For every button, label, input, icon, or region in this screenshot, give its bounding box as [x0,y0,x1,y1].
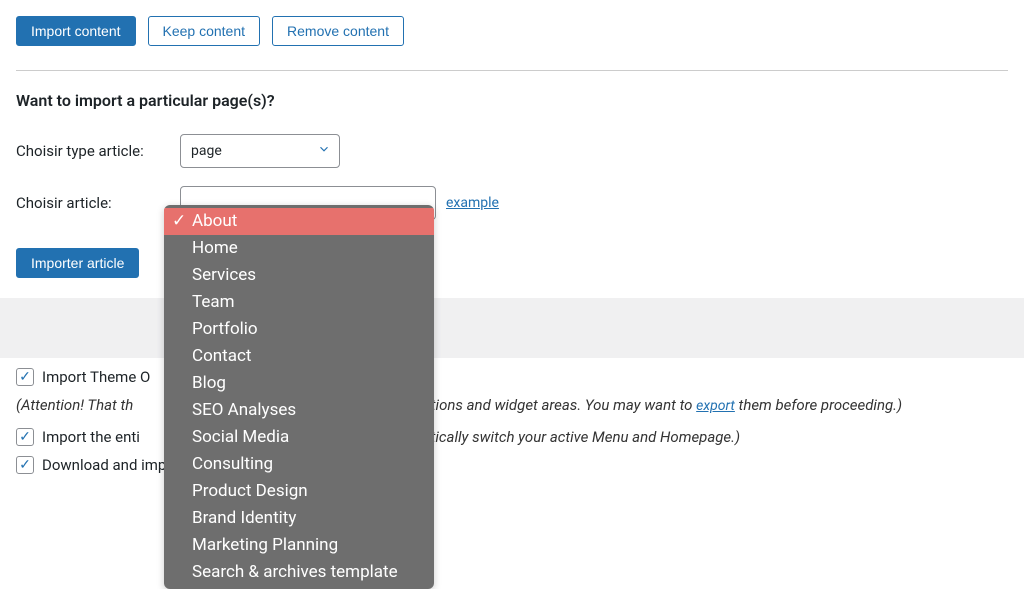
dropdown-item[interactable]: Home [164,235,434,262]
article-dropdown-list[interactable]: ✓ About Home Services Team Portfolio Contact Bl… [164,205,434,589]
keep-content-button[interactable]: Keep content [148,16,261,46]
type-article-value: page [191,143,222,159]
dropdown-item-label: SEO Analyses [192,399,296,422]
dropdown-item-label: About [192,210,237,233]
dropdown-item[interactable]: Blog [164,370,434,397]
import-menu-checkbox[interactable]: ✓ [16,428,34,446]
example-link[interactable]: example [446,195,499,211]
dropdown-item[interactable]: Contact [164,343,434,370]
divider [16,70,1008,71]
remove-content-button[interactable]: Remove content [272,16,404,46]
dropdown-item-label: Contact [192,345,251,368]
dropdown-item-label: Marketing Planning [192,534,338,557]
dropdown-item[interactable]: Brand Identity [164,505,434,532]
dropdown-item[interactable]: Services [164,262,434,289]
dropdown-item-label: Portfolio [192,318,258,341]
dropdown-item[interactable]: Product Design [164,478,434,505]
dropdown-item[interactable]: ✓ About [164,208,434,235]
article-label: Choisir article: [16,194,180,212]
dropdown-item[interactable]: Marketing Planning [164,532,434,559]
dropdown-item-label: Brand Identity [192,507,296,530]
import-content-button[interactable]: Import content [16,16,136,46]
import-page-heading: Want to import a particular page(s)? [0,91,1024,110]
dropdown-item-label: Home [192,237,238,260]
dropdown-item[interactable]: Team [164,289,434,316]
check-icon: ✓ [172,210,186,233]
dropdown-item-label: Product Design [192,480,308,503]
import-theme-checkbox[interactable]: ✓ [16,368,34,386]
export-link[interactable]: export [696,398,735,414]
dropdown-item-label: Team [192,291,235,314]
dropdown-item[interactable]: Portfolio [164,316,434,343]
chevron-down-icon [317,142,331,160]
type-article-select[interactable]: page [180,134,340,168]
dropdown-item[interactable]: Social Media [164,424,434,451]
importer-article-button[interactable]: Importer article [16,248,139,278]
type-article-label: Choisir type article: [16,142,180,160]
dropdown-item-label: Consulting [192,453,273,476]
download-checkbox[interactable]: ✓ [16,456,34,474]
dropdown-item-label: Services [192,264,256,287]
import-theme-label: Import Theme O [42,368,150,386]
dropdown-item[interactable]: Consulting [164,451,434,478]
gray-separator [0,298,1024,358]
dropdown-item-label: Blog [192,372,226,395]
dropdown-item-label: Social Media [192,426,289,449]
dropdown-item[interactable]: SEO Analyses [164,397,434,424]
